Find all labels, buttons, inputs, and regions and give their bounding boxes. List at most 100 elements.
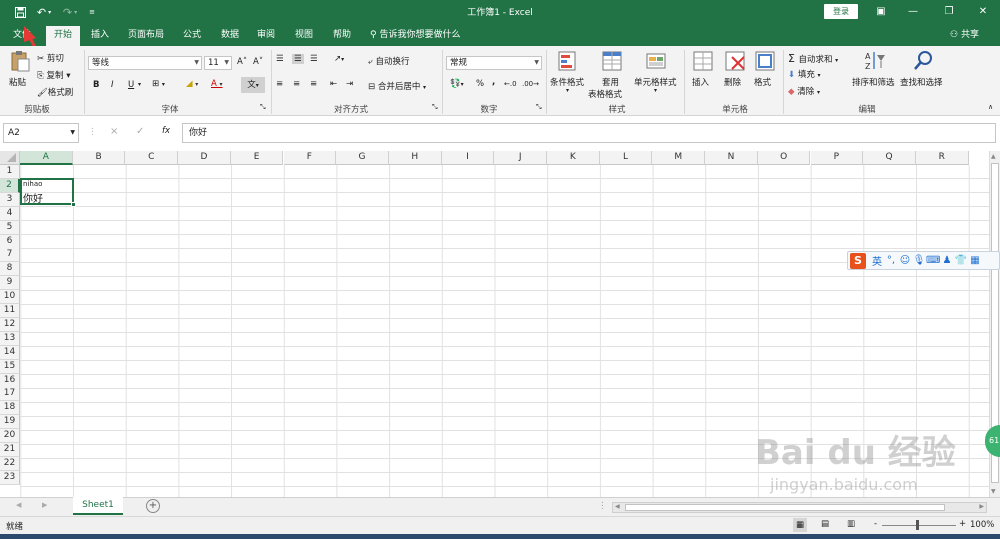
- keyboard-icon[interactable]: ⌨: [926, 255, 940, 266]
- row-header-14[interactable]: 14: [0, 345, 20, 360]
- column-header-e[interactable]: E: [230, 151, 284, 165]
- row-header-17[interactable]: 17: [0, 387, 20, 402]
- column-header-g[interactable]: G: [336, 151, 389, 165]
- row-header-11[interactable]: 11: [0, 304, 20, 318]
- align-bottom-icon[interactable]: ☰: [310, 54, 318, 64]
- tab-insert[interactable]: 插入: [84, 24, 116, 46]
- scroll-up-icon[interactable]: ▲: [991, 153, 996, 160]
- formula-input[interactable]: 你好: [182, 123, 996, 143]
- font-size-select[interactable]: 11 ▼: [204, 56, 232, 70]
- share-button[interactable]: ⚇ 共享: [950, 24, 979, 46]
- column-header-n[interactable]: N: [705, 151, 758, 165]
- close-icon[interactable]: ✕: [968, 2, 998, 22]
- row-header-23[interactable]: 23: [0, 470, 20, 485]
- font-name-select[interactable]: 等线 ▼: [88, 56, 202, 70]
- percent-style-button[interactable]: %: [476, 79, 484, 89]
- fill-button[interactable]: ⬇ 填充 ▾: [788, 68, 821, 80]
- ribbon-display-options-icon[interactable]: ▣: [866, 2, 896, 22]
- column-header-q[interactable]: Q: [863, 151, 916, 165]
- skin-icon[interactable]: 👕: [954, 255, 968, 266]
- number-dialog-launcher-icon[interactable]: ⤡: [536, 103, 542, 112]
- next-sheet-icon[interactable]: ▶: [42, 501, 47, 509]
- align-right-icon[interactable]: ≡: [310, 79, 317, 89]
- sheet-tab-splitter[interactable]: ⋮: [598, 501, 607, 511]
- wrap-text-button[interactable]: ⤶ 自动换行: [368, 55, 409, 67]
- select-all-button[interactable]: [0, 151, 20, 165]
- column-header-r[interactable]: R: [915, 151, 969, 165]
- row-header-8[interactable]: 8: [0, 262, 20, 277]
- increase-decimal-icon[interactable]: ←.0: [504, 80, 517, 88]
- row-header-15[interactable]: 15: [0, 359, 20, 374]
- orientation-icon[interactable]: ↗▾: [334, 54, 344, 64]
- column-header-h[interactable]: H: [388, 151, 442, 165]
- zoom-out-button[interactable]: -: [874, 519, 877, 529]
- add-sheet-button[interactable]: +: [146, 499, 160, 513]
- minimize-icon[interactable]: —: [898, 2, 928, 22]
- row-header-22[interactable]: 22: [0, 456, 20, 471]
- sheet-tab-sheet1[interactable]: Sheet1: [73, 497, 123, 515]
- clear-button[interactable]: ◆ 清除 ▾: [788, 85, 820, 97]
- ime-toolbar[interactable]: S 英 °, ☺ 🎙 ⌨ ♟ 👕 ▦: [847, 251, 1000, 270]
- paste-button[interactable]: 粘贴: [6, 50, 34, 94]
- toolbox-icon[interactable]: ▦: [968, 255, 982, 266]
- column-header-m[interactable]: M: [652, 151, 706, 165]
- normal-view-icon[interactable]: ▦: [793, 518, 807, 532]
- insert-function-button[interactable]: fx: [162, 126, 170, 136]
- bold-button[interactable]: B: [93, 80, 99, 90]
- decrease-indent-icon[interactable]: ⇤: [330, 79, 337, 89]
- row-header-10[interactable]: 10: [0, 290, 20, 305]
- accounting-format-icon[interactable]: 💱▾: [450, 79, 464, 89]
- alignment-dialog-launcher-icon[interactable]: ⤡: [432, 103, 438, 112]
- zoom-slider-thumb[interactable]: [916, 520, 919, 530]
- format-cells-button[interactable]: 格式: [750, 50, 780, 100]
- row-header-16[interactable]: 16: [0, 373, 20, 388]
- tab-data[interactable]: 数据: [214, 24, 246, 46]
- name-box[interactable]: A2 ▼: [3, 123, 79, 143]
- row-header-1[interactable]: 1: [0, 165, 20, 179]
- fill-handle[interactable]: [71, 202, 76, 207]
- column-header-f[interactable]: F: [283, 151, 337, 165]
- restore-icon[interactable]: ❐: [934, 2, 964, 22]
- comma-style-button[interactable]: ,: [492, 77, 495, 87]
- column-header-p[interactable]: P: [810, 151, 864, 165]
- confirm-entry-button[interactable]: ✓: [136, 126, 144, 137]
- decrease-decimal-icon[interactable]: .00→: [522, 80, 539, 88]
- punctuation-icon[interactable]: °,: [884, 255, 898, 266]
- decrease-font-icon[interactable]: A˅: [253, 57, 263, 67]
- collapse-ribbon-icon[interactable]: ∧: [988, 103, 993, 111]
- phonetic-guide-icon[interactable]: 文▾: [241, 77, 265, 93]
- align-left-icon[interactable]: ≡: [276, 79, 283, 89]
- row-header-9[interactable]: 9: [0, 276, 20, 291]
- column-header-d[interactable]: D: [178, 151, 231, 165]
- format-as-table-button[interactable]: 套用 表格格式: [588, 50, 632, 100]
- zoom-level[interactable]: 100%: [970, 520, 994, 530]
- tell-me-search[interactable]: ⚲ 告诉我你想要做什么: [370, 24, 460, 46]
- autosum-button[interactable]: Σ 自动求和 ▾: [788, 52, 838, 65]
- conditional-formatting-button[interactable]: 条件格式 ▾: [548, 50, 590, 100]
- column-header-i[interactable]: I: [441, 151, 495, 165]
- increase-font-icon[interactable]: A˄: [237, 57, 247, 67]
- ime-language-label[interactable]: 英: [870, 253, 884, 268]
- tab-view[interactable]: 视图: [288, 24, 320, 46]
- align-center-icon[interactable]: ≡: [293, 79, 300, 89]
- copy-button[interactable]: ⎘ 复制 ▾: [37, 69, 71, 81]
- cell-styles-button[interactable]: 单元格样式 ▾: [632, 50, 680, 100]
- find-select-button[interactable]: 查找和选择: [900, 50, 946, 100]
- cut-button[interactable]: ✂ 剪切: [37, 52, 64, 64]
- emoji-icon[interactable]: ☺: [898, 255, 912, 266]
- merge-center-button[interactable]: ⊟ 合并后居中 ▾: [368, 80, 426, 92]
- zoom-slider[interactable]: [882, 525, 956, 526]
- row-header-3[interactable]: 3: [0, 192, 20, 207]
- row-header-13[interactable]: 13: [0, 331, 20, 346]
- column-header-a[interactable]: A: [20, 151, 73, 165]
- user-icon[interactable]: ♟: [940, 255, 954, 266]
- row-header-18[interactable]: 18: [0, 401, 20, 416]
- scroll-down-icon[interactable]: ▼: [991, 488, 996, 495]
- font-dialog-launcher-icon[interactable]: ⤡: [260, 103, 266, 112]
- cancel-entry-button[interactable]: ×: [110, 126, 118, 137]
- row-header-7[interactable]: 7: [0, 248, 20, 263]
- row-header-2[interactable]: 2: [0, 178, 20, 193]
- row-header-4[interactable]: 4: [0, 206, 20, 221]
- column-header-c[interactable]: C: [125, 151, 179, 165]
- align-middle-icon[interactable]: ☰: [292, 54, 304, 64]
